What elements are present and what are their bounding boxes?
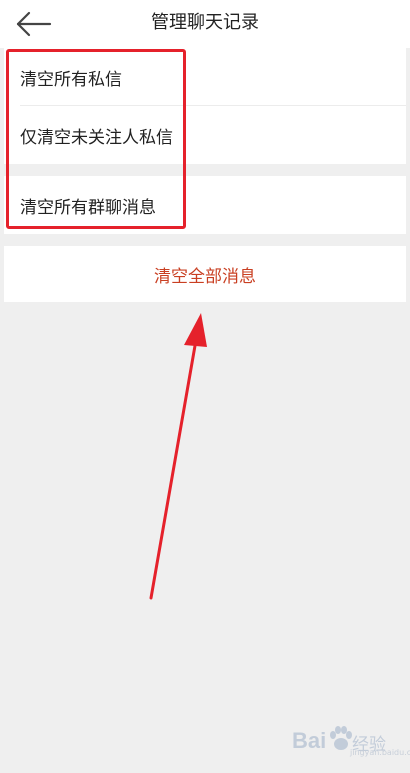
clear-all-messages-label: 清空全部消息	[154, 266, 256, 287]
watermark-url: jingyan.baidu.com	[350, 748, 410, 757]
clear-all-messages-button[interactable]: 清空全部消息	[4, 246, 406, 302]
baidu-jingyan-watermark: Bai 经验 jingyan.baidu.com	[292, 724, 410, 758]
highlight-annotation-box	[6, 49, 186, 229]
page-title: 管理聊天记录	[151, 12, 259, 33]
app-screen: 管理聊天记录 清空所有私信 仅清空未关注人私信 清空所有群聊消息 清空全部消息 …	[0, 0, 410, 773]
title-bar: 管理聊天记录	[0, 0, 410, 48]
watermark-logo: Bai	[292, 728, 327, 753]
